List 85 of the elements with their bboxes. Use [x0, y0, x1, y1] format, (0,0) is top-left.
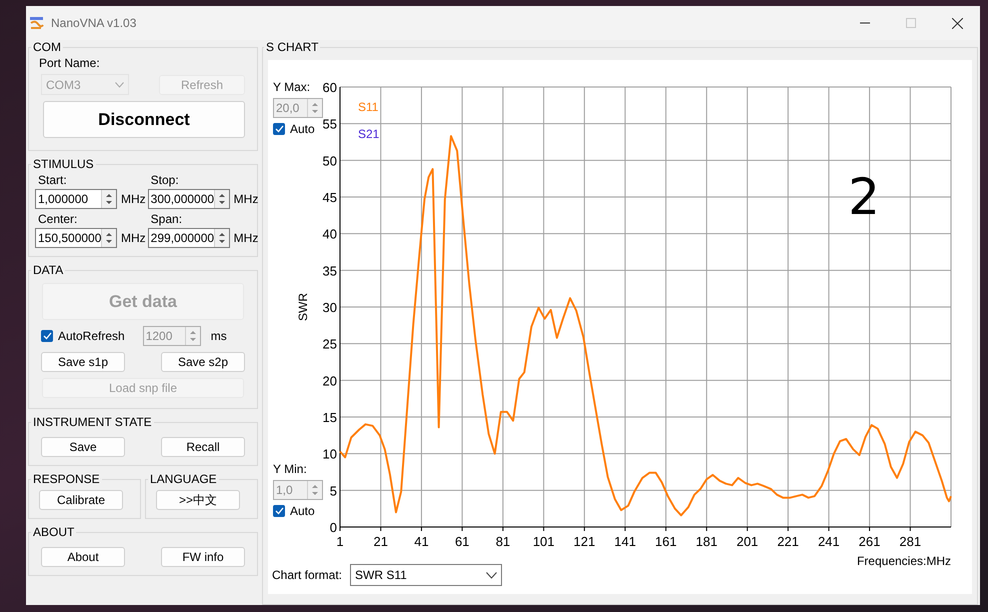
spin-arrows-icon — [188, 329, 197, 343]
y-tick-label: 60 — [322, 80, 337, 95]
number-spinbox[interactable]: 300,000000 — [148, 189, 230, 209]
y-tick-label: 25 — [322, 336, 337, 352]
y-tick-label: 40 — [322, 226, 337, 242]
x-tick-label: 61 — [454, 534, 470, 549]
chevron-down-icon — [486, 572, 498, 578]
group-title: ABOUT — [32, 525, 76, 539]
x-tick-label: 221 — [777, 534, 799, 549]
group-title: COM — [32, 40, 62, 54]
unit-label: MHz — [121, 231, 146, 245]
y-tick-label: 35 — [322, 263, 337, 278]
x-tick-label: 1 — [336, 534, 344, 549]
x-tick-label: 161 — [655, 534, 677, 549]
y-tick-label: 0 — [330, 520, 337, 535]
spin-arrows-icon — [105, 192, 113, 206]
spin-arrows-icon — [218, 192, 226, 206]
check-icon — [274, 125, 284, 133]
auto-refresh-checkbox[interactable]: AutoRefresh — [41, 329, 125, 343]
save-button[interactable]: Save s2p — [161, 352, 245, 372]
chevron-down-icon — [115, 82, 124, 88]
calibrate-button[interactable]: Calibrate — [39, 490, 123, 510]
window-title: NanoVNA v1.03 — [51, 16, 138, 30]
spin-arrows-icon — [311, 483, 319, 497]
group-title: INSTRUMENT STATE — [32, 415, 153, 429]
legend-label: S11 — [358, 100, 378, 114]
x-tick-label: 101 — [532, 534, 555, 549]
y-tick-label: 45 — [322, 190, 337, 205]
about-button[interactable]: About — [41, 547, 125, 567]
group-title: DATA — [32, 263, 64, 277]
field-label: Start: — [38, 173, 68, 187]
x-tick-label: 241 — [818, 534, 840, 549]
unit-label: MHz — [121, 192, 146, 206]
unit-label: MHz — [234, 192, 258, 206]
x-tick-label: 141 — [614, 534, 636, 549]
x-tick-label: 281 — [899, 534, 922, 549]
spin-arrows-icon — [105, 231, 114, 245]
maximize-icon — [906, 18, 916, 28]
x-axis-title: Frequencies:MHz — [856, 554, 951, 568]
y-tick-label: 30 — [322, 300, 337, 315]
y-tick-label: 20 — [322, 373, 337, 388]
y-max-label: Y Max: — [273, 80, 310, 94]
check-icon — [42, 332, 52, 340]
group-title: LANGUAGE — [149, 472, 218, 486]
state-button[interactable]: Recall — [161, 437, 245, 457]
state-button[interactable]: Save — [41, 437, 125, 457]
field-label: Stop: — [150, 173, 180, 187]
field-label: Span: — [150, 212, 184, 226]
port-name-label: Port Name: — [39, 56, 101, 70]
x-tick-label: 201 — [736, 534, 758, 549]
chart-annotation: 2 — [848, 168, 880, 226]
spin-arrows-icon — [311, 101, 319, 115]
number-spinbox[interactable]: 150,500000 — [35, 228, 117, 248]
x-tick-label: 181 — [696, 534, 718, 549]
chart-format-dropdown[interactable]: SWR S11 — [350, 564, 502, 586]
y-min-label: Y Min: — [273, 462, 307, 476]
check-icon — [274, 507, 284, 515]
number-spinbox[interactable]: 1,000000 — [35, 189, 117, 209]
spin-arrows-icon — [218, 231, 226, 245]
app-icon — [29, 16, 45, 30]
number-spinbox[interactable]: 299,000000 — [148, 228, 230, 248]
y-axis-title: SWR — [296, 293, 310, 321]
unit-label: ms — [210, 329, 227, 343]
group-title: S CHART — [265, 40, 320, 54]
disconnect-button[interactable]: Disconnect — [43, 101, 245, 138]
about-button[interactable]: FW info — [161, 547, 245, 567]
group-title: RESPONSE — [32, 472, 101, 486]
x-tick-label: 121 — [574, 534, 596, 549]
unit-label: MHz — [234, 231, 258, 245]
x-tick-label: 261 — [858, 534, 880, 549]
x-tick-label: 41 — [414, 534, 429, 549]
y-tick-label: 10 — [322, 446, 337, 462]
y-tick-label: 55 — [322, 116, 337, 132]
group-title: STIMULUS — [32, 157, 95, 171]
y-tick-label: 5 — [330, 483, 337, 498]
y-tick-label: 15 — [322, 410, 337, 425]
y-tick-label: 50 — [322, 153, 337, 168]
legend-label: S21 — [358, 127, 380, 141]
close-icon — [952, 18, 962, 28]
save-button[interactable]: Save s1p — [41, 352, 125, 372]
chart-format-label: Chart format: — [272, 568, 342, 582]
language-button[interactable]: >>中文 — [156, 490, 240, 510]
x-tick-label: 21 — [374, 534, 388, 549]
x-tick-label: 81 — [496, 534, 510, 549]
field-label: Center: — [38, 212, 78, 226]
